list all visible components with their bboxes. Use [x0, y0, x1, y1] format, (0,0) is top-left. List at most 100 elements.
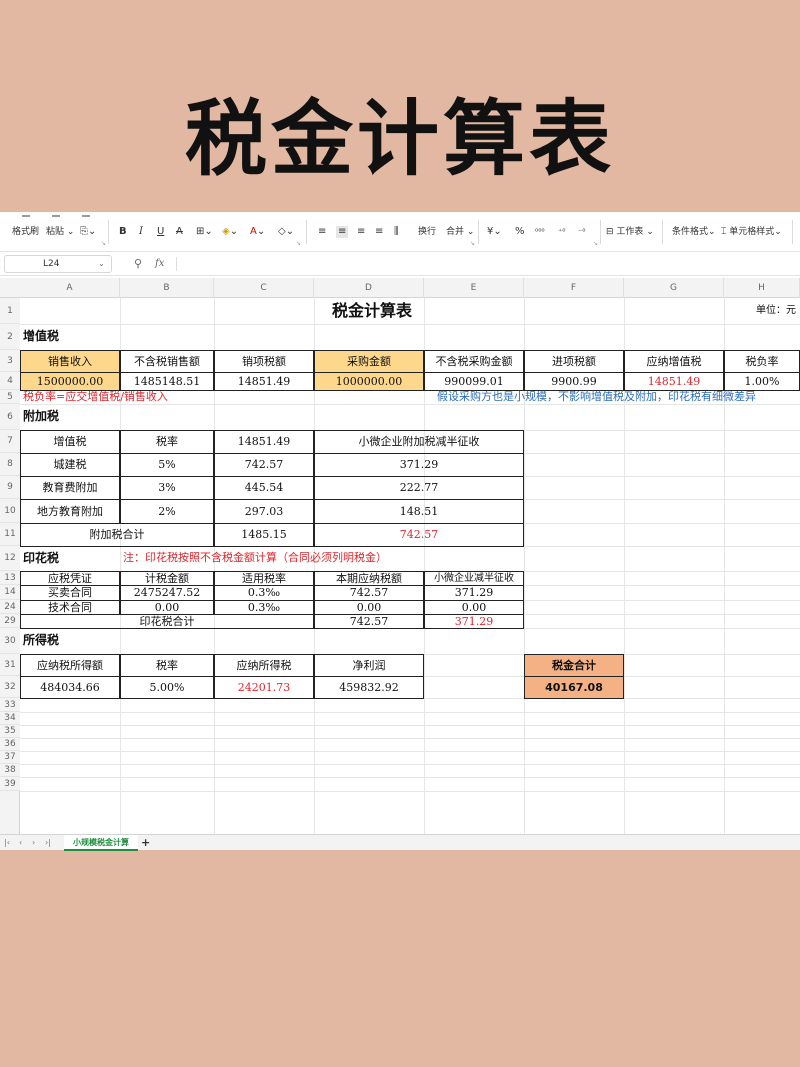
next-sheet-icon[interactable]: › — [32, 836, 35, 850]
table-title[interactable]: 税金计算表 — [20, 298, 724, 325]
surcharge-total-value[interactable]: 1485.15 — [214, 523, 314, 547]
surcharge-total-label[interactable]: 附加税合计 — [20, 523, 214, 547]
row-header[interactable]: 38 — [0, 764, 20, 777]
align-right-icon[interactable]: ≡ — [357, 226, 365, 238]
font-color-icon[interactable]: A⌄ — [250, 226, 265, 238]
row-header[interactable]: 7 — [0, 430, 20, 453]
vat-value-cell[interactable]: 9900.99 — [524, 372, 624, 391]
stamp-cell[interactable]: 0.00 — [314, 600, 424, 615]
income-header-cell[interactable]: 税率 — [120, 654, 214, 677]
stamp-total-value[interactable]: 742.57 — [314, 614, 424, 629]
section-title-stamp[interactable]: 印花税 — [20, 546, 120, 572]
stamp-cell[interactable]: 742.57 — [314, 585, 424, 601]
surcharge-header-cell[interactable]: 14851.49 — [214, 430, 314, 454]
vat-header-cell[interactable]: 进项税额 — [524, 350, 624, 373]
sheet-tab-active[interactable]: 小规模税金计算 — [64, 835, 138, 851]
stamp-cell[interactable]: 技术合同 — [20, 600, 120, 615]
row-header[interactable]: 37 — [0, 751, 20, 764]
row-header[interactable]: 2 — [0, 324, 20, 350]
vat-header-cell[interactable]: 销项税额 — [214, 350, 314, 373]
surcharge-header-cell[interactable]: 小微企业附加税减半征收 — [314, 430, 524, 454]
row-header[interactable]: 30 — [0, 628, 20, 654]
prev-sheet-icon[interactable]: ‹ — [19, 836, 22, 850]
increase-decimal-icon[interactable]: ⁺⁰ — [558, 226, 565, 238]
tax-total-value[interactable]: 40167.08 — [524, 676, 624, 699]
thousands-separator-icon[interactable]: ⁰⁰⁰ — [535, 226, 545, 238]
row-header[interactable]: 1 — [0, 298, 20, 324]
stamp-cell[interactable]: 0.00 — [424, 600, 524, 615]
column-header[interactable]: B — [120, 278, 214, 298]
income-value-cell[interactable]: 5.00% — [120, 676, 214, 699]
fill-color-icon[interactable]: ◈⌄ — [222, 226, 238, 238]
first-sheet-icon[interactable]: |‹ — [4, 836, 10, 850]
last-sheet-icon[interactable]: ›| — [45, 836, 51, 850]
row-header[interactable]: 4 — [0, 372, 20, 390]
row-header[interactable]: 39 — [0, 777, 20, 791]
row-header[interactable]: 24 — [0, 600, 20, 614]
strikethrough-icon[interactable]: A — [176, 226, 183, 238]
row-header[interactable]: 10 — [0, 499, 20, 523]
chevron-down-icon[interactable]: ⌄ — [98, 255, 105, 273]
surcharge-cell[interactable]: 2% — [120, 499, 214, 524]
unit-label[interactable]: 单位：元 — [724, 298, 800, 325]
income-header-cell[interactable]: 净利润 — [314, 654, 424, 677]
surcharge-cell[interactable]: 教育费附加 — [20, 476, 120, 500]
currency-icon[interactable]: ¥⌄ — [487, 226, 502, 238]
column-header[interactable]: C — [214, 278, 314, 298]
vat-value-cell[interactable]: 1.00% — [724, 372, 800, 391]
row-header[interactable]: 35 — [0, 725, 20, 738]
stamp-cell[interactable]: 0.3‰ — [214, 600, 314, 615]
decrease-decimal-icon[interactable]: ⁻⁰ — [578, 226, 585, 238]
wrap-text-button[interactable]: 换行 — [418, 226, 436, 238]
column-header[interactable]: H — [724, 278, 800, 298]
conditional-format-button[interactable]: 条件格式⌄ — [672, 226, 716, 238]
column-header[interactable]: G — [624, 278, 724, 298]
align-left-icon[interactable]: ≡ — [318, 226, 326, 238]
column-header[interactable]: A — [20, 278, 120, 298]
vat-header-cell[interactable]: 不含税销售额 — [120, 350, 214, 373]
row-header[interactable]: 32 — [0, 676, 20, 698]
section-title-surcharge[interactable]: 附加税 — [20, 404, 120, 431]
bold-icon[interactable]: B — [119, 226, 127, 238]
row-header[interactable]: 12 — [0, 546, 20, 571]
column-header[interactable]: D — [314, 278, 424, 298]
underline-icon[interactable]: U — [157, 226, 164, 238]
vat-header-cell[interactable]: 应纳增值税 — [624, 350, 724, 373]
cell-style-button[interactable]: ⌶ 单元格样式⌄ — [721, 226, 782, 238]
border-icon[interactable]: ⊞⌄ — [196, 226, 213, 238]
row-header[interactable]: 9 — [0, 476, 20, 499]
stamp-cell[interactable]: 371.29 — [424, 585, 524, 601]
vat-header-cell[interactable]: 销售收入 — [20, 350, 120, 373]
column-header[interactable]: F — [524, 278, 624, 298]
surcharge-cell[interactable]: 3% — [120, 476, 214, 500]
distributed-align-icon[interactable]: ⫼ — [394, 226, 399, 238]
clear-format-icon[interactable]: ◇⌄ — [278, 226, 294, 238]
vat-value-cell[interactable]: 990099.01 — [424, 372, 524, 391]
stamp-note[interactable]: 注：印花税按照不含税金额计算（合同必须列明税金） — [120, 546, 524, 572]
surcharge-total-reduced[interactable]: 742.57 — [314, 523, 524, 547]
vat-header-cell[interactable]: 不含税采购金额 — [424, 350, 524, 373]
surcharge-cell[interactable]: 742.57 — [214, 453, 314, 477]
column-header[interactable]: E — [424, 278, 524, 298]
surcharge-header-cell[interactable]: 增值税 — [20, 430, 120, 454]
dialog-launcher-icon[interactable]: ↘ — [296, 240, 301, 247]
vat-value-cell[interactable]: 1000000.00 — [314, 372, 424, 391]
row-header[interactable]: 31 — [0, 654, 20, 676]
stamp-header-cell[interactable]: 应税凭证 — [20, 571, 120, 586]
vat-value-cell[interactable]: 14851.49 — [624, 372, 724, 391]
stamp-total-reduced[interactable]: 371.29 — [424, 614, 524, 629]
align-center-icon[interactable]: ≡ — [336, 226, 349, 238]
stamp-cell[interactable]: 买卖合同 — [20, 585, 120, 601]
income-header-cell[interactable]: 应纳税所得额 — [20, 654, 120, 677]
vat-value-cell[interactable]: 14851.49 — [214, 372, 314, 391]
format-painter-button[interactable]: 格式刷 — [12, 226, 39, 238]
vat-note-right[interactable]: 假设采购方也是小规模，不影响增值税及附加，印花税有细微差异 — [314, 390, 800, 405]
italic-icon[interactable]: I — [139, 226, 143, 238]
surcharge-cell[interactable]: 5% — [120, 453, 214, 477]
stamp-cell[interactable]: 0.3‰ — [214, 585, 314, 601]
vat-value-cell[interactable]: 1485148.51 — [120, 372, 214, 391]
row-header[interactable]: 29 — [0, 614, 20, 628]
function-icon[interactable]: fx — [155, 255, 164, 273]
row-header[interactable]: 8 — [0, 453, 20, 476]
section-title-income[interactable]: 所得税 — [20, 628, 120, 655]
